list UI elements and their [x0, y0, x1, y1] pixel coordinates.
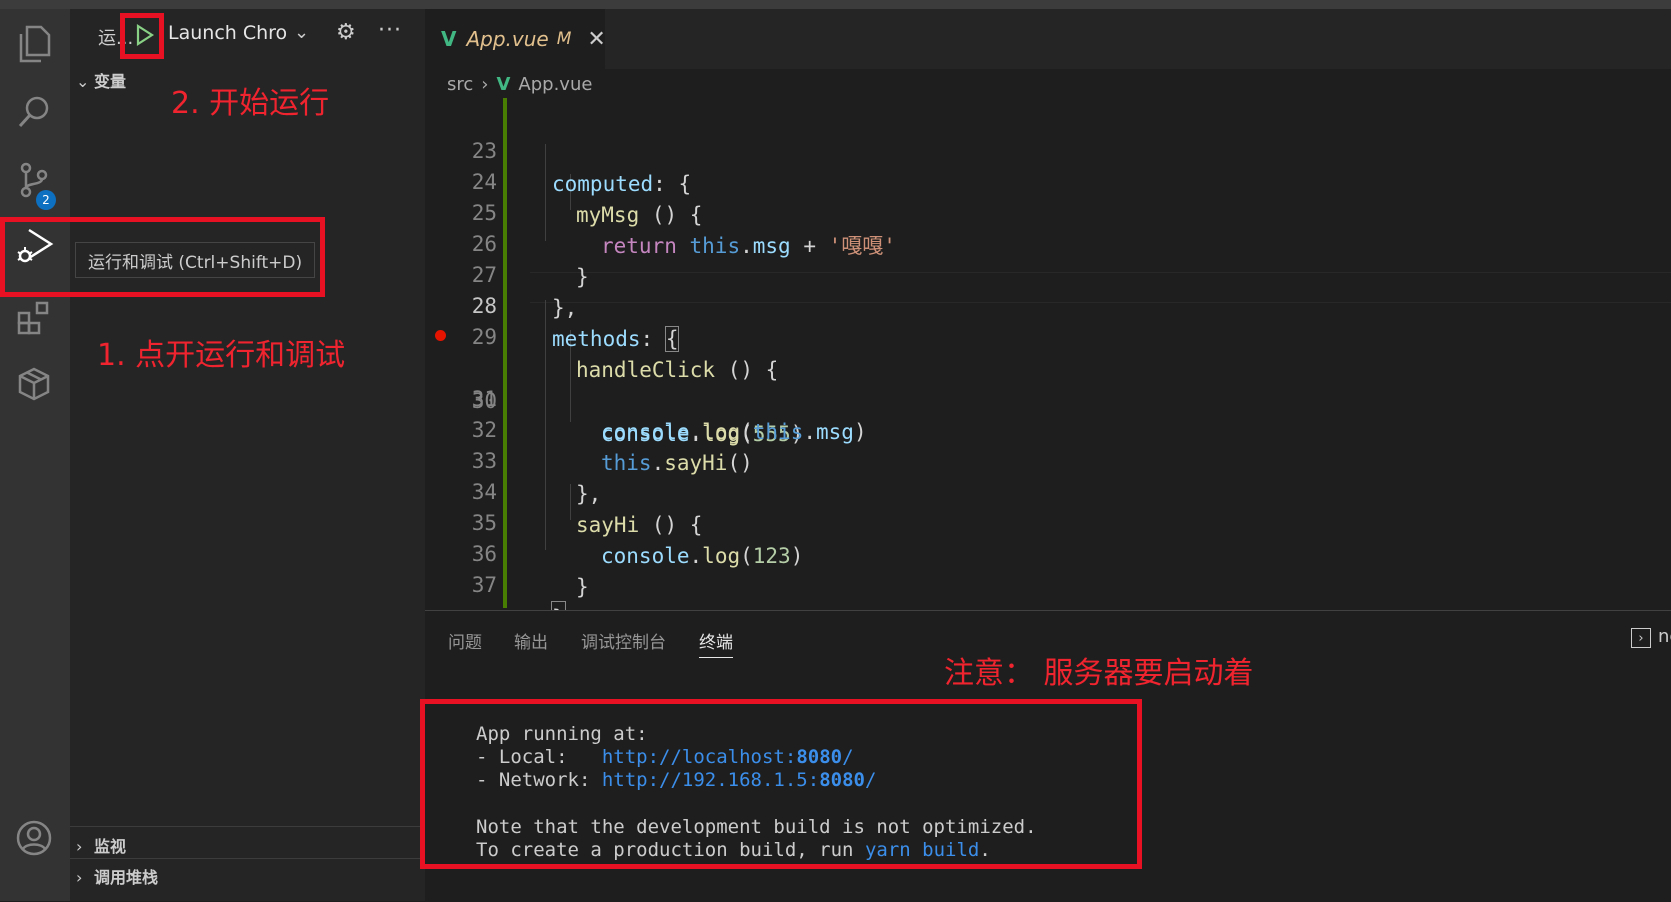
code-line: 36 } [425, 505, 1671, 599]
launch-config-select[interactable]: Launch Chrome [168, 22, 286, 44]
watch-section-header[interactable]: › 监视 [76, 833, 126, 857]
chevron-right-icon: › [76, 837, 83, 856]
code-line: 35 console.log(123) [425, 474, 1671, 568]
code-line: 34 sayHi () { [425, 443, 1671, 537]
call-stack-section-header[interactable]: › 调用堆栈 [76, 864, 158, 888]
code-line: 31 console.log(this.msg) [425, 350, 1671, 444]
search-icon[interactable] [14, 92, 54, 132]
tab-terminal[interactable]: 终端 [699, 628, 733, 658]
terminal-icon[interactable]: › [1631, 628, 1651, 648]
code-line: 26 } [425, 195, 1671, 289]
divider [70, 858, 425, 859]
breadcrumb: src › V App.vue [447, 70, 592, 98]
code-line-current: 28 methods: { [425, 257, 1671, 352]
annotation-box-start [120, 13, 164, 59]
annotation-box-terminal [420, 699, 1142, 869]
vue-file-icon: V [496, 73, 511, 95]
tab-problems[interactable]: 问题 [448, 628, 482, 653]
variables-section-header[interactable]: ⌄ 变量 [76, 68, 126, 92]
divider [70, 826, 425, 827]
vue-file-icon: V [441, 27, 457, 51]
line-number: 37 [471, 573, 497, 597]
tab-app-vue[interactable]: V App.vue M ✕ [425, 9, 606, 69]
code-line: 32 this.sayHi() [425, 381, 1671, 475]
code-line: 27 }, [425, 226, 1671, 320]
extensions-icon[interactable] [14, 298, 54, 338]
tab-output[interactable]: 输出 [514, 628, 548, 653]
run-debug-sidebar [70, 9, 425, 901]
chevron-right-icon: › [76, 868, 83, 887]
code-line: 23 computed: { [425, 102, 1671, 196]
annotation-step1: 1. 点开运行和调试 [97, 338, 346, 373]
breadcrumb-file[interactable]: App.vue [518, 74, 592, 95]
code-line: 29 handleClick () { [425, 288, 1671, 382]
remote-explorer-icon[interactable] [14, 364, 54, 404]
annotation-step2: 2. 开始运行 [171, 86, 330, 121]
code-line: 30 console.log(555) [425, 319, 1671, 446]
close-icon[interactable]: ✕ [587, 27, 605, 52]
chevron-down-icon: ⌄ [76, 72, 90, 91]
tab-label: App.vue [466, 27, 549, 51]
code-line: 33 }, [425, 412, 1671, 506]
tab-debug-console[interactable]: 调试控制台 [581, 628, 666, 653]
scm-badge: 2 [36, 190, 56, 210]
code-line: 25 return this.msg + '嘎嘎' [425, 164, 1671, 258]
annotation-box-run-debug [0, 217, 325, 297]
accounts-icon[interactable] [14, 818, 54, 858]
code-line: 24 myMsg () { [425, 133, 1671, 227]
terminal-label[interactable]: nc [1658, 626, 1671, 647]
activity-bar [0, 9, 70, 901]
title-strip [0, 0, 1671, 9]
gear-icon[interactable]: ⚙ [336, 20, 356, 45]
chevron-right-icon: › [481, 73, 489, 95]
breakpoint-icon[interactable] [435, 330, 446, 341]
chevron-down-icon[interactable]: ⌄ [294, 22, 309, 43]
breadcrumb-folder[interactable]: src [447, 74, 473, 95]
explorer-icon[interactable] [14, 24, 54, 64]
more-actions-icon[interactable]: ··· [378, 18, 402, 43]
code-line: 37 } [425, 536, 1671, 636]
editor-tab-bar [425, 9, 1671, 69]
annotation-note: 注意： 服务器要启动着 [944, 656, 1254, 691]
modified-indicator: M [556, 29, 572, 49]
